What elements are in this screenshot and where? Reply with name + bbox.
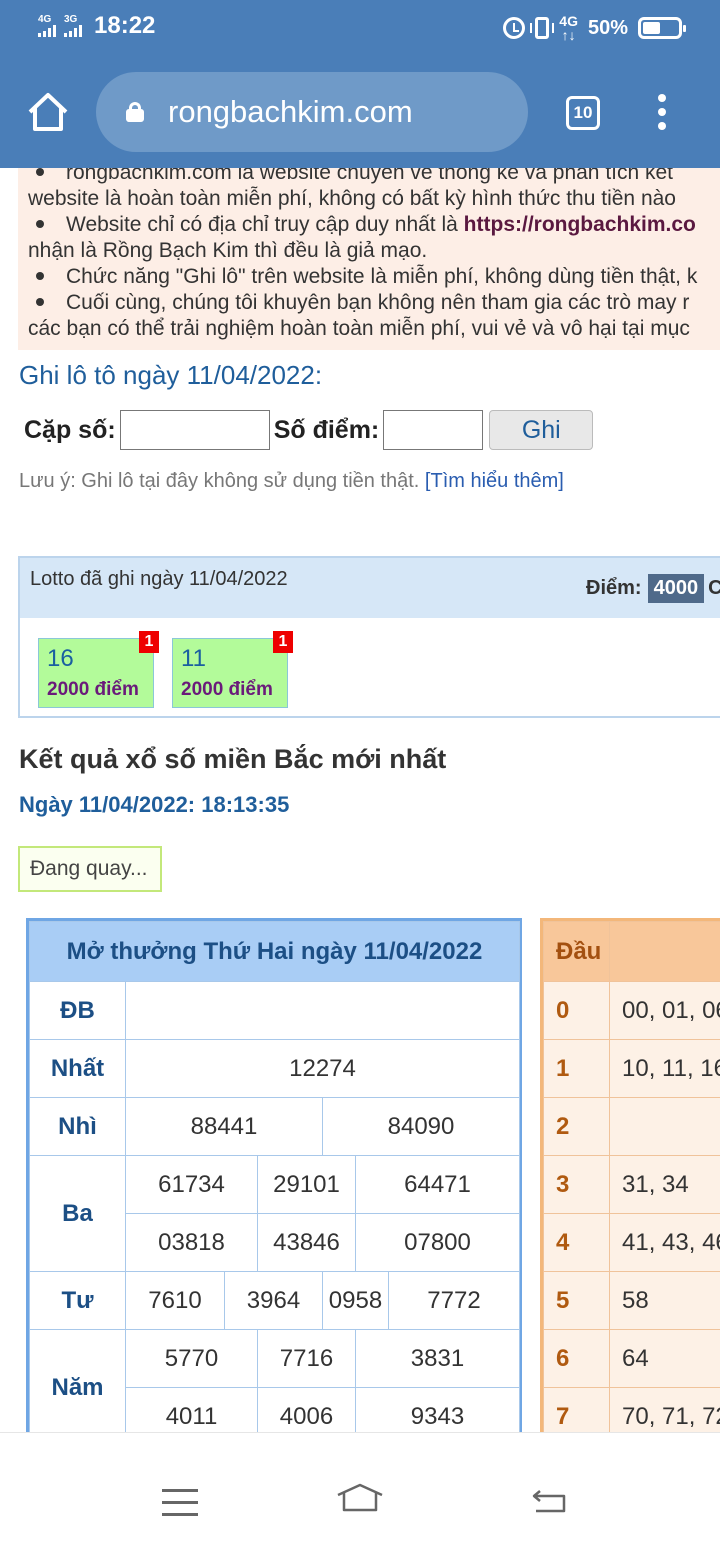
browser-toolbar: rongbachkim.com 10: [0, 58, 720, 168]
recent-apps-icon[interactable]: [162, 1489, 198, 1525]
url-text: rongbachkim.com: [168, 94, 413, 129]
results-date: Ngày 11/04/2022: 18:13:35: [19, 792, 290, 817]
home-icon: [28, 93, 68, 131]
cap-so-input[interactable]: [119, 410, 270, 450]
lotto-card[interactable]: 16 2000 điểm 1: [38, 631, 159, 708]
table-row: Năm 5770 7716 3831: [29, 1329, 520, 1446]
network-type-2: 3G: [64, 14, 78, 25]
count-badge: 1: [139, 631, 159, 653]
notice-box: rongbachkim.com là website chuyên về thố…: [18, 168, 720, 350]
table-row: Nhất 12274: [29, 1039, 520, 1098]
lock-icon: [126, 102, 144, 122]
count-badge: 1: [273, 631, 293, 653]
table-row: Ba 61734 29101 64471: [29, 1155, 520, 1272]
more-menu-icon[interactable]: [658, 94, 668, 134]
battery-icon: [638, 17, 686, 39]
table-row: Tư 7610 3964 0958 7772: [29, 1271, 520, 1330]
results-header: Mở thưởng Thứ Hai ngày 11/04/2022: [29, 921, 520, 982]
results-table: Mở thưởng Thứ Hai ngày 11/04/2022 ĐB Nhấ…: [26, 918, 522, 1507]
table-row: ĐB: [29, 981, 520, 1040]
table-row: Nhì 88441 84090: [29, 1097, 520, 1156]
back-icon[interactable]: [530, 1487, 570, 1513]
notice-line-3: Website chỉ có địa chỉ truy cập duy nhất…: [66, 213, 464, 236]
notice-line-2: website là hoàn toàn miễn phí, không có …: [28, 187, 676, 210]
status-bar: 4G 3G 18:22 4G ↑↓ 50%: [0, 0, 720, 58]
so-diem-input[interactable]: [383, 410, 484, 450]
notice-line-4: nhận là Rồng Bạch Kim thì đều là giả mạo…: [28, 239, 428, 262]
dau-header: Đầu: [543, 921, 610, 982]
lte-icon: 4G ↑↓: [559, 13, 578, 43]
tab-switcher-button[interactable]: 10: [566, 96, 600, 130]
lotto-box: Lotto đã ghi ngày 11/04/2022 Điểm: 4000 …: [18, 556, 720, 718]
battery-percent: 50%: [587, 16, 628, 39]
nav-home-icon[interactable]: [336, 1483, 384, 1513]
vibrate-icon: [530, 17, 555, 39]
network-type-1: 4G: [38, 14, 52, 25]
address-bar[interactable]: rongbachkim.com: [96, 72, 528, 152]
lotto-title: Lotto đã ghi ngày 11/04/2022: [30, 568, 288, 590]
notice-line-7: các bạn có thể trải nghiệm hoàn toàn miễ…: [28, 317, 690, 340]
table-row: 2: [543, 1097, 720, 1156]
table-row: 1 10, 11, 16: [543, 1039, 720, 1098]
site-link[interactable]: https://rongbachkim.co: [464, 213, 696, 236]
notice-line-6: Cuối cùng, chúng tôi khuyên bạn không nê…: [66, 291, 690, 314]
dau-table: Đầu 0 00, 01, 06 1 10, 11, 16 2 3 31, 34 44…: [540, 918, 720, 1507]
notice-line-1: rongbachkim.com là website chuyên về thố…: [66, 168, 674, 184]
table-row: 6 64: [543, 1329, 720, 1388]
ghi-lo-title: Ghi lô tô ngày 11/04/2022:: [19, 360, 323, 390]
table-row: 5 58: [543, 1271, 720, 1330]
table-row: 3 31, 34: [543, 1155, 720, 1214]
drawing-status: Đang quay...: [18, 846, 162, 892]
points-value: 4000: [647, 574, 705, 603]
lotto-card[interactable]: 11 2000 điểm 1: [172, 631, 293, 708]
system-nav-bar: [0, 1432, 720, 1544]
so-diem-label: Số điểm:: [273, 415, 380, 444]
ghi-lo-note: Lưu ý: Ghi lô tại đây không sử dụng tiền…: [19, 470, 564, 492]
results-title: Kết quả xổ số miền Bắc mới nhất: [19, 744, 447, 774]
signal-icon: 4G: [38, 15, 56, 37]
notice-line-5: Chức năng "Ghi lô" trên website là miễn …: [66, 265, 698, 288]
cap-so-label: Cặp số:: [24, 415, 116, 444]
clock: 18:22: [94, 12, 156, 39]
signal-icon-2: 3G: [64, 15, 82, 37]
table-row: 4 41, 43, 46: [543, 1213, 720, 1272]
ghi-lo-form: Cặp số: Số điểm: Ghi: [24, 410, 594, 450]
learn-more-link[interactable]: [Tìm hiểu thêm]: [425, 470, 564, 492]
table-row: 0 00, 01, 06: [543, 981, 720, 1040]
db-value: [125, 981, 520, 1040]
ghi-button[interactable]: Ghi: [489, 410, 594, 450]
lotto-points: Điểm: 4000 C: [586, 574, 720, 603]
alarm-icon: [503, 17, 526, 39]
home-button[interactable]: [26, 90, 70, 134]
